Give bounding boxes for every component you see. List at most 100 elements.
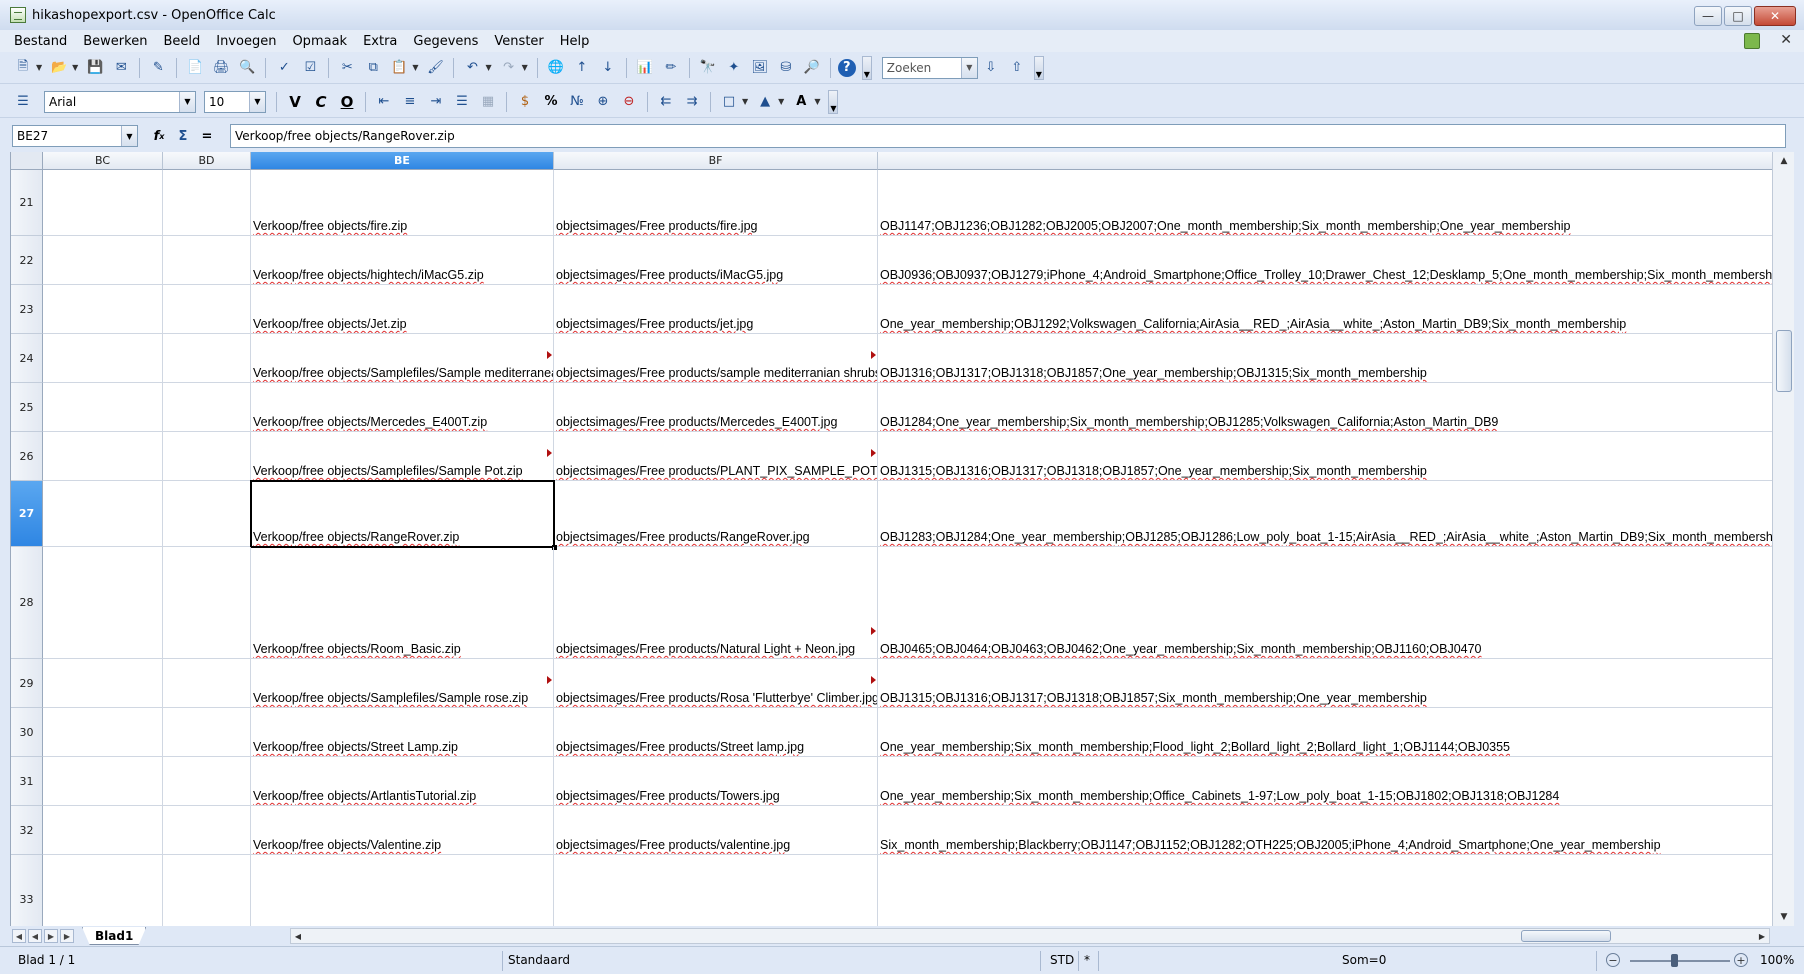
add-decimal-icon[interactable]: ⊕ bbox=[592, 91, 614, 113]
sort-ascending-icon[interactable]: ↑ bbox=[571, 57, 593, 79]
cell-bf[interactable]: objectsimages/Free products/RangeRover.j… bbox=[554, 481, 878, 547]
cell-bd[interactable] bbox=[163, 708, 251, 757]
column-header-bg[interactable] bbox=[878, 152, 1772, 170]
cell-be[interactable]: Verkoop/free objects/Street Lamp.zip bbox=[251, 708, 554, 757]
format-toolbar-overflow-icon[interactable]: ▼ bbox=[828, 89, 839, 114]
toolbar-overflow-icon[interactable]: ▼ bbox=[861, 55, 872, 80]
cell-bd[interactable] bbox=[163, 170, 251, 236]
cell-bc[interactable] bbox=[43, 383, 163, 432]
sheet-tab-blad1[interactable]: Blad1 bbox=[82, 927, 147, 945]
align-left-icon[interactable]: ⇤ bbox=[373, 91, 395, 113]
cell-bg[interactable]: OBJ1147;OBJ1236;OBJ1282;OBJ2005;OBJ2007;… bbox=[878, 170, 1772, 236]
hyperlink-icon[interactable]: 🌐 bbox=[545, 57, 567, 79]
cell-bd[interactable] bbox=[163, 659, 251, 708]
row-header[interactable]: 30 bbox=[11, 708, 43, 757]
background-color-icon[interactable]: ▲ bbox=[754, 91, 776, 113]
name-box[interactable]: BE27 ▼ bbox=[12, 125, 138, 147]
cell-bc[interactable] bbox=[43, 285, 163, 334]
increase-indent-icon[interactable]: ⇉ bbox=[681, 91, 703, 113]
draw-functions-icon[interactable]: ✏ bbox=[660, 57, 682, 79]
copy-icon[interactable]: ⧉ bbox=[362, 57, 384, 79]
sort-descending-icon[interactable]: ↓ bbox=[597, 57, 619, 79]
font-color-dropdown-icon[interactable]: ▼ bbox=[814, 97, 820, 106]
cell-be[interactable]: Verkoop/free objects/Room_Basic.zip bbox=[251, 547, 554, 659]
cell-bc[interactable] bbox=[43, 170, 163, 236]
cell-bg[interactable]: Six_month_membership;Blackberry;OBJ1147;… bbox=[878, 806, 1772, 855]
cut-icon[interactable]: ✂ bbox=[336, 57, 358, 79]
cell-be[interactable]: Verkoop/free objects/Mercedes_E400T.zip bbox=[251, 383, 554, 432]
print-icon[interactable]: 🖨 bbox=[210, 57, 232, 79]
cell-bg[interactable]: OBJ1283;OBJ1284;One_year_membership;OBJ1… bbox=[878, 481, 1772, 547]
cell-be[interactable]: Verkoop/free objects/Jet.zip bbox=[251, 285, 554, 334]
background-dropdown-icon[interactable]: ▼ bbox=[778, 97, 784, 106]
row-header[interactable]: 26 bbox=[11, 432, 43, 481]
search-dropdown-icon[interactable]: ▼ bbox=[960, 57, 977, 78]
cell-bf[interactable]: objectsimages/Free products/Towers.jpg bbox=[554, 757, 878, 806]
cell-be[interactable]: Verkoop/free objects/RangeRover.zip bbox=[251, 481, 554, 547]
cell-bf[interactable]: objectsimages/Free products/waterbeam.jp… bbox=[554, 855, 878, 926]
cell-bg[interactable]: OBJ1315;OBJ1316;OBJ1317;OBJ1318;OBJ1857;… bbox=[878, 432, 1772, 481]
search-toolbar-overflow-icon[interactable]: ▼ bbox=[1033, 55, 1044, 80]
cell-bg[interactable]: OBJ1316;OBJ1317;OBJ1318;OBJ1857;One_year… bbox=[878, 334, 1772, 383]
zoom-level[interactable]: 100% bbox=[1760, 953, 1794, 967]
row-header[interactable]: 24 bbox=[11, 334, 43, 383]
menu-gegevens[interactable]: Gegevens bbox=[405, 34, 486, 49]
cell-be[interactable]: Verkoop/free objects/ArtlantisTutorial.z… bbox=[251, 757, 554, 806]
cell-bf[interactable]: objectsimages/Free products/valentine.jp… bbox=[554, 806, 878, 855]
menu-bewerken[interactable]: Bewerken bbox=[75, 34, 155, 49]
bold-button[interactable]: V bbox=[284, 91, 306, 113]
horizontal-scrollbar[interactable]: ◀ ▶ bbox=[290, 928, 1770, 944]
new-dropdown-icon[interactable]: ▼ bbox=[36, 63, 42, 72]
cell-bd[interactable] bbox=[163, 757, 251, 806]
menu-invoegen[interactable]: Invoegen bbox=[208, 34, 284, 49]
cell-bc[interactable] bbox=[43, 547, 163, 659]
cell-be[interactable]: Verkoop/free objects/waterbeam.zip bbox=[251, 855, 554, 926]
close-document-icon[interactable]: ✕ bbox=[1780, 32, 1792, 48]
cell-bd[interactable] bbox=[163, 547, 251, 659]
cell-bf[interactable]: objectsimages/Free products/Rosa 'Flutte… bbox=[554, 659, 878, 708]
menu-opmaak[interactable]: Opmaak bbox=[284, 34, 355, 49]
undo-dropdown-icon[interactable]: ▼ bbox=[485, 63, 491, 72]
first-sheet-icon[interactable]: ◀ bbox=[12, 929, 26, 943]
font-name-select[interactable]: Arial ▼ bbox=[44, 90, 196, 113]
percent-button[interactable]: % bbox=[540, 91, 562, 113]
edit-file-icon[interactable]: ✎ bbox=[147, 57, 169, 79]
menu-help[interactable]: Help bbox=[552, 34, 598, 49]
horizontal-scroll-thumb[interactable] bbox=[1521, 930, 1611, 942]
cell-bg[interactable]: OBJ0936;OBJ0937;OBJ1279;iPhone_4;Android… bbox=[878, 236, 1772, 285]
delete-decimal-icon[interactable]: ⊖ bbox=[618, 91, 640, 113]
column-header-bd[interactable]: BD bbox=[163, 152, 251, 170]
cell-bd[interactable] bbox=[163, 855, 251, 926]
paste-icon[interactable]: 📋 bbox=[388, 57, 410, 79]
cell-bf[interactable]: objectsimages/Free products/Natural Ligh… bbox=[554, 547, 878, 659]
styles-formatting-icon[interactable]: ☰ bbox=[12, 91, 34, 113]
row-header[interactable]: 28 bbox=[11, 547, 43, 659]
cell-bg[interactable]: One_year_membership;Six_month_membership… bbox=[878, 757, 1772, 806]
cell-bd[interactable] bbox=[163, 236, 251, 285]
cell-bd[interactable] bbox=[163, 481, 251, 547]
font-size-dropdown-icon[interactable]: ▼ bbox=[249, 91, 265, 112]
scroll-down-icon[interactable]: ▼ bbox=[1775, 908, 1793, 926]
redo-icon[interactable]: ↷ bbox=[498, 57, 520, 79]
vertical-scrollbar[interactable]: ▲ ▼ bbox=[1772, 152, 1794, 926]
column-header-bf[interactable]: BF bbox=[554, 152, 878, 170]
row-header[interactable]: 23 bbox=[11, 285, 43, 334]
cell-bc[interactable] bbox=[43, 432, 163, 481]
align-center-icon[interactable]: ≡ bbox=[399, 91, 421, 113]
cell-bc[interactable] bbox=[43, 855, 163, 926]
menu-venster[interactable]: Venster bbox=[486, 34, 551, 49]
close-button[interactable]: ✕ bbox=[1754, 6, 1796, 26]
save-icon[interactable]: 💾 bbox=[84, 57, 106, 79]
row-header[interactable]: 33 bbox=[11, 855, 43, 926]
cell-bc[interactable] bbox=[43, 708, 163, 757]
select-all-corner[interactable] bbox=[11, 152, 43, 170]
function-equals-icon[interactable]: = bbox=[196, 125, 218, 147]
column-header-bc[interactable]: BC bbox=[43, 152, 163, 170]
merge-cells-icon[interactable]: ▦ bbox=[477, 91, 499, 113]
cell-be[interactable]: Verkoop/free objects/Samplefiles/Sample … bbox=[251, 659, 554, 708]
zoom-in-icon[interactable]: + bbox=[1734, 953, 1748, 967]
cell-bd[interactable] bbox=[163, 334, 251, 383]
function-wizard-icon[interactable]: fx bbox=[148, 125, 170, 147]
format-paintbrush-icon[interactable]: 🖌 bbox=[424, 57, 446, 79]
new-document-icon[interactable]: 🗎 bbox=[12, 57, 34, 79]
